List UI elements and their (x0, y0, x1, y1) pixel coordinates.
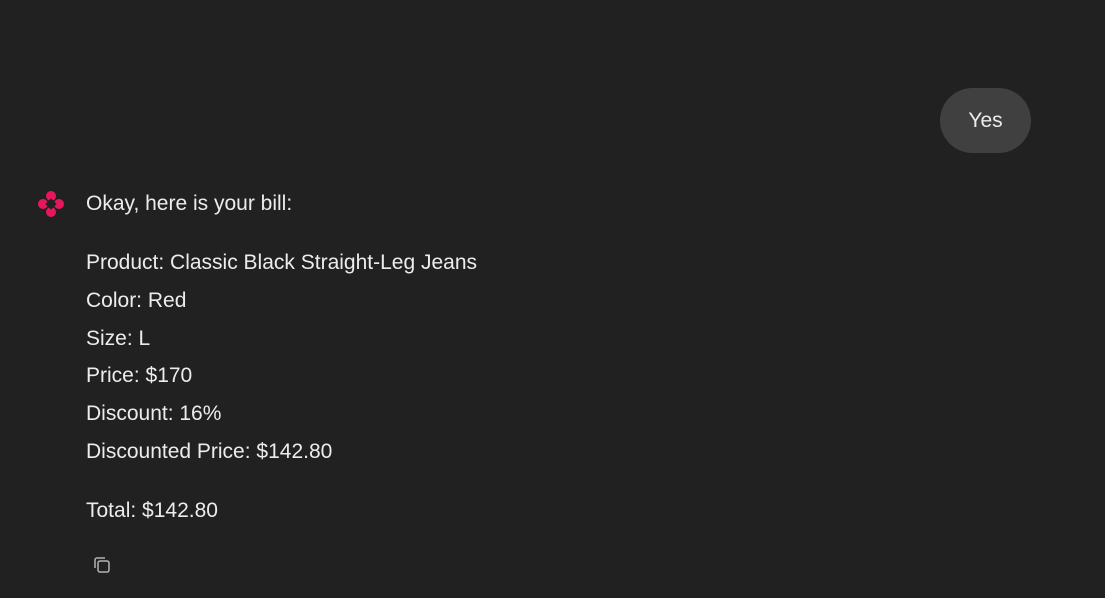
bill-details-list: Product: Classic Black Straight-Leg Jean… (86, 249, 477, 476)
user-message-bubble: Yes (940, 88, 1031, 153)
bill-line-product: Product: Classic Black Straight-Leg Jean… (86, 251, 478, 274)
assistant-intro-text: Okay, here is your bill: (86, 192, 293, 215)
assistant-sparkle-icon (36, 189, 66, 219)
bill-line-discounted-price: Discounted Price: $142.80 (86, 439, 333, 463)
copy-icon (91, 554, 113, 581)
copy-button[interactable] (86, 551, 118, 583)
bill-line-discount: Discount: 16% (86, 402, 222, 426)
bill-total-text: Total: $142.80 (86, 499, 218, 522)
bill-line-size: Size: L (86, 326, 151, 350)
bill-line-price: Price: $170 (86, 364, 193, 388)
bill-line-color: Color: Red (86, 288, 187, 312)
user-message-text: Yes (968, 108, 1003, 132)
